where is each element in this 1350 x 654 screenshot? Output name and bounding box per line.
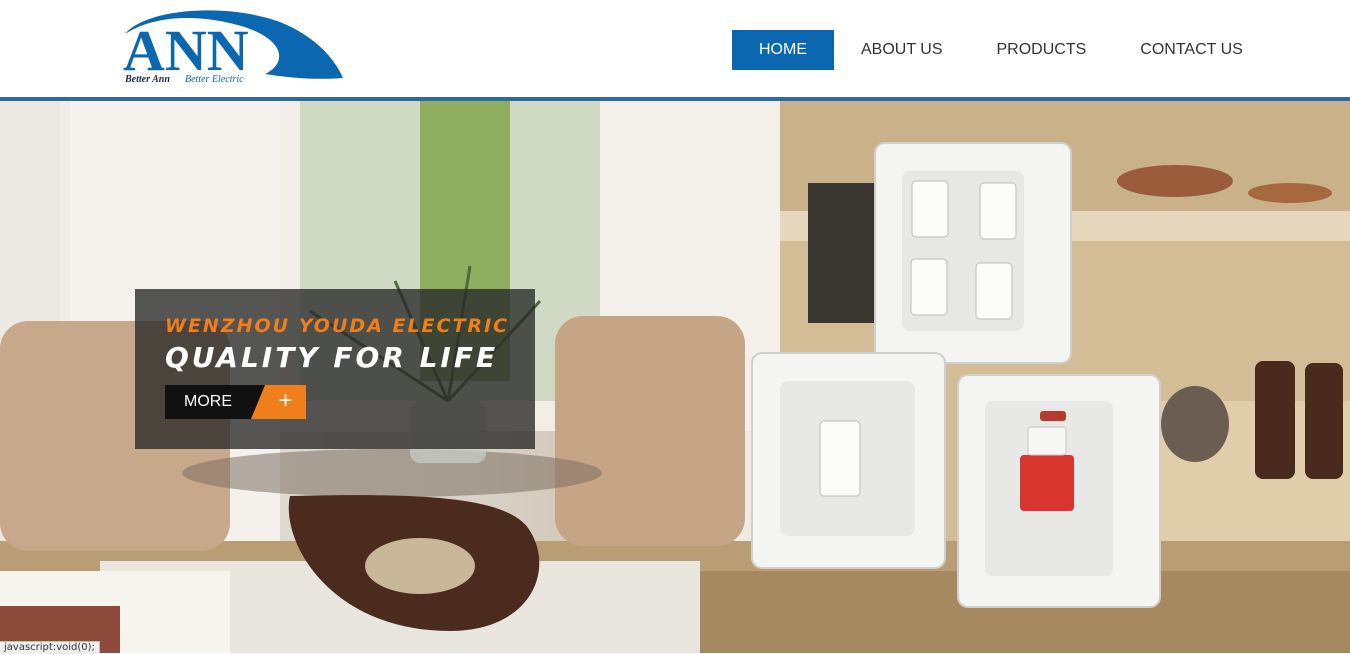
single-switch <box>751 352 946 569</box>
hero-company-name: WENZHOU YOUDA ELECTRIC <box>165 315 510 337</box>
hero-banner: WENZHOU YOUDA ELECTRIC QUALITY FOR LIFE … <box>0 101 1350 653</box>
site-header: ANN Better Ann Better Electric HOME ABOU… <box>0 0 1350 97</box>
nav-contact-us[interactable]: CONTACT US <box>1113 30 1270 70</box>
more-button-label: MORE <box>165 385 265 419</box>
hero-slogan: QUALITY FOR LIFE <box>165 341 499 374</box>
four-gang-switch <box>874 142 1072 364</box>
hero-caption-box: WENZHOU YOUDA ELECTRIC QUALITY FOR LIFE … <box>135 289 535 449</box>
nav-home[interactable]: HOME <box>732 30 834 70</box>
ann-logo[interactable]: ANN Better Ann Better Electric <box>115 4 347 86</box>
double-pole-switch <box>957 374 1161 608</box>
plus-icon: + <box>251 385 306 419</box>
more-button[interactable]: MORE + <box>165 385 306 419</box>
logo-tagline-part1: Better Ann <box>124 74 170 85</box>
browser-status-bar: javascript:void(0); <box>0 641 100 654</box>
logo-tagline-part2: Better Electric <box>185 74 244 85</box>
nav-about-us[interactable]: ABOUT US <box>834 30 970 70</box>
nav-products[interactable]: PRODUCTS <box>970 30 1114 70</box>
main-nav: HOME ABOUT US PRODUCTS CONTACT US <box>732 30 1270 70</box>
